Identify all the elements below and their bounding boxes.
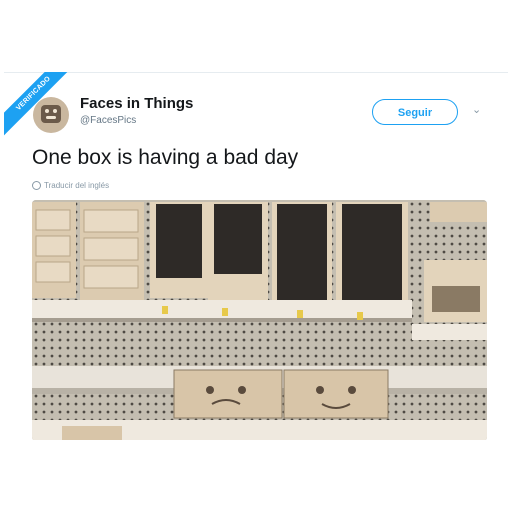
tweet-text: One box is having a bad day	[32, 146, 299, 169]
avatar-mouth	[46, 116, 56, 119]
translate-label: Traducir del inglés	[44, 181, 110, 190]
tweet-photo[interactable]	[32, 200, 487, 441]
avatar-eye-left	[45, 109, 49, 113]
avatar-face	[41, 105, 61, 123]
follow-button[interactable]: Seguir	[372, 99, 458, 125]
top-margin	[0, 0, 512, 70]
globe-icon	[32, 181, 41, 191]
author-name[interactable]: Faces in Things	[80, 95, 193, 112]
avatar-eye-right	[53, 109, 57, 113]
chevron-down-icon[interactable]: ⌄	[472, 103, 481, 116]
bottom-margin	[0, 440, 512, 512]
translate-link[interactable]: Traducir del inglés	[32, 181, 110, 191]
screenshot-frame: VERIFICADO Faces in Things @FacesPics Se…	[0, 0, 512, 512]
photo-illustration	[32, 200, 487, 441]
author-handle[interactable]: @FacesPics	[80, 115, 136, 126]
avatar[interactable]	[33, 97, 69, 133]
